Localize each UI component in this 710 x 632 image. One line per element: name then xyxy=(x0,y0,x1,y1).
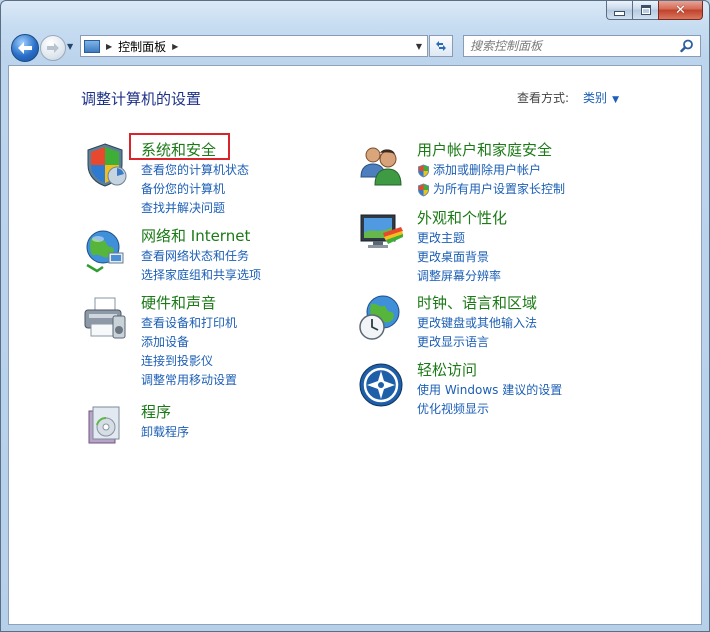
chevron-right-icon[interactable]: ▶ xyxy=(106,42,112,51)
link-add-device[interactable]: 添加设备 xyxy=(141,333,237,352)
category-links: 更改键盘或其他输入法 更改显示语言 xyxy=(417,314,537,352)
category-title-user-accounts[interactable]: 用户帐户和家庭安全 xyxy=(417,139,552,160)
view-by-dropdown[interactable]: 类别 ▼ xyxy=(583,89,619,106)
programs-icon[interactable] xyxy=(81,403,129,451)
refresh-button[interactable] xyxy=(429,35,453,57)
close-icon: ✕ xyxy=(675,2,686,18)
category-title-ease-of-access[interactable]: 轻松访问 xyxy=(417,359,477,380)
link-view-computer-status[interactable]: 查看您的计算机状态 xyxy=(141,161,249,180)
search-box[interactable] xyxy=(463,35,701,57)
category-title-clock-language-region[interactable]: 时钟、语言和区域 xyxy=(417,292,537,313)
link-recommended-settings[interactable]: 使用 Windows 建议的设置 xyxy=(417,381,562,400)
address-dropdown-icon[interactable]: ▼ xyxy=(411,42,427,51)
uac-shield-icon xyxy=(418,183,429,196)
refresh-icon xyxy=(436,41,446,51)
link-mobility-settings[interactable]: 调整常用移动设置 xyxy=(141,371,237,390)
content-pane: 调整计算机的设置 查看方式: 类别 ▼ 系统和安全 查看您的计算机状态 备份您的… xyxy=(8,65,702,625)
category-links: 查看网络状态和任务 选择家庭组和共享选项 xyxy=(141,247,261,285)
address-bar[interactable]: ▶ 控制面板 ▶ ▼ xyxy=(80,35,428,57)
chevron-down-icon[interactable]: ▼ xyxy=(612,95,619,105)
view-by-value[interactable]: 类别 xyxy=(583,91,607,105)
category-links: 更改主题 更改桌面背景 调整屏幕分辨率 xyxy=(417,229,501,286)
back-button[interactable] xyxy=(11,34,39,62)
breadcrumb-control-panel[interactable]: 控制面板 xyxy=(118,38,166,55)
link-troubleshoot[interactable]: 查找并解决问题 xyxy=(141,199,249,218)
ease-of-access-icon[interactable] xyxy=(357,361,405,409)
category-title-system-security[interactable]: 系统和安全 xyxy=(141,139,216,160)
monitor-palette-icon[interactable] xyxy=(357,209,405,257)
control-panel-icon xyxy=(84,39,100,53)
view-by: 查看方式: 类别 ▼ xyxy=(517,89,619,106)
link-uninstall-program[interactable]: 卸载程序 xyxy=(141,423,189,442)
link-text[interactable]: 添加或删除用户帐户 xyxy=(433,161,541,180)
arrow-left-icon xyxy=(18,42,32,54)
navigation-bar: ▼ ▶ 控制面板 ▶ ▼ xyxy=(1,29,709,65)
link-screen-resolution[interactable]: 调整屏幕分辨率 xyxy=(417,267,501,286)
view-by-label: 查看方式: xyxy=(517,91,570,105)
category-title-network-internet[interactable]: 网络和 Internet xyxy=(141,225,250,246)
users-icon[interactable] xyxy=(357,141,405,189)
shield-icon[interactable] xyxy=(81,141,129,189)
globe-network-icon[interactable] xyxy=(81,227,129,275)
category-title-appearance[interactable]: 外观和个性化 xyxy=(417,207,507,228)
category-links: 查看您的计算机状态 备份您的计算机 查找并解决问题 xyxy=(141,161,249,218)
link-text[interactable]: 为所有用户设置家长控制 xyxy=(433,180,565,199)
caption-buttons: ✕ xyxy=(606,1,703,21)
arrow-right-icon xyxy=(47,43,59,53)
close-button[interactable]: ✕ xyxy=(658,1,703,20)
search-input[interactable] xyxy=(464,36,680,56)
link-parental-controls[interactable]: 为所有用户设置家长控制 xyxy=(417,180,565,199)
category-title-programs[interactable]: 程序 xyxy=(141,401,171,422)
minimize-button[interactable] xyxy=(606,1,632,20)
category-links: 添加或删除用户帐户 为所有用户设置家长控制 xyxy=(417,161,565,199)
link-keyboard-input[interactable]: 更改键盘或其他输入法 xyxy=(417,314,537,333)
category-title-hardware-sound[interactable]: 硬件和声音 xyxy=(141,292,216,313)
link-devices-printers[interactable]: 查看设备和打印机 xyxy=(141,314,237,333)
link-change-theme[interactable]: 更改主题 xyxy=(417,229,501,248)
forward-button[interactable] xyxy=(40,35,66,61)
category-links: 查看设备和打印机 添加设备 连接到投影仪 调整常用移动设置 xyxy=(141,314,237,390)
control-panel-window: ✕ ▼ ▶ 控制面板 ▶ ▼ 搜索控制面板 调整计算机的设置 查看方式: 类别 … xyxy=(0,0,710,632)
uac-shield-icon xyxy=(418,164,429,177)
link-display-language[interactable]: 更改显示语言 xyxy=(417,333,537,352)
page-title: 调整计算机的设置 xyxy=(81,90,202,108)
link-backup-computer[interactable]: 备份您的计算机 xyxy=(141,180,249,199)
link-connect-projector[interactable]: 连接到投影仪 xyxy=(141,352,237,371)
category-links: 卸载程序 xyxy=(141,423,189,442)
maximize-button[interactable] xyxy=(632,1,658,20)
link-optimize-display[interactable]: 优化视频显示 xyxy=(417,400,562,419)
chevron-right-icon[interactable]: ▶ xyxy=(172,42,178,51)
link-network-status[interactable]: 查看网络状态和任务 xyxy=(141,247,261,266)
link-homegroup-sharing[interactable]: 选择家庭组和共享选项 xyxy=(141,266,261,285)
search-icon[interactable] xyxy=(680,39,694,53)
category-links: 使用 Windows 建议的设置 优化视频显示 xyxy=(417,381,562,419)
printer-icon[interactable] xyxy=(81,294,129,342)
recent-pages-dropdown[interactable]: ▼ xyxy=(67,42,73,51)
minimize-icon xyxy=(614,10,625,16)
globe-clock-icon[interactable] xyxy=(357,294,405,342)
link-add-remove-users[interactable]: 添加或删除用户帐户 xyxy=(417,161,565,180)
link-desktop-background[interactable]: 更改桌面背景 xyxy=(417,248,501,267)
maximize-icon xyxy=(640,5,651,15)
